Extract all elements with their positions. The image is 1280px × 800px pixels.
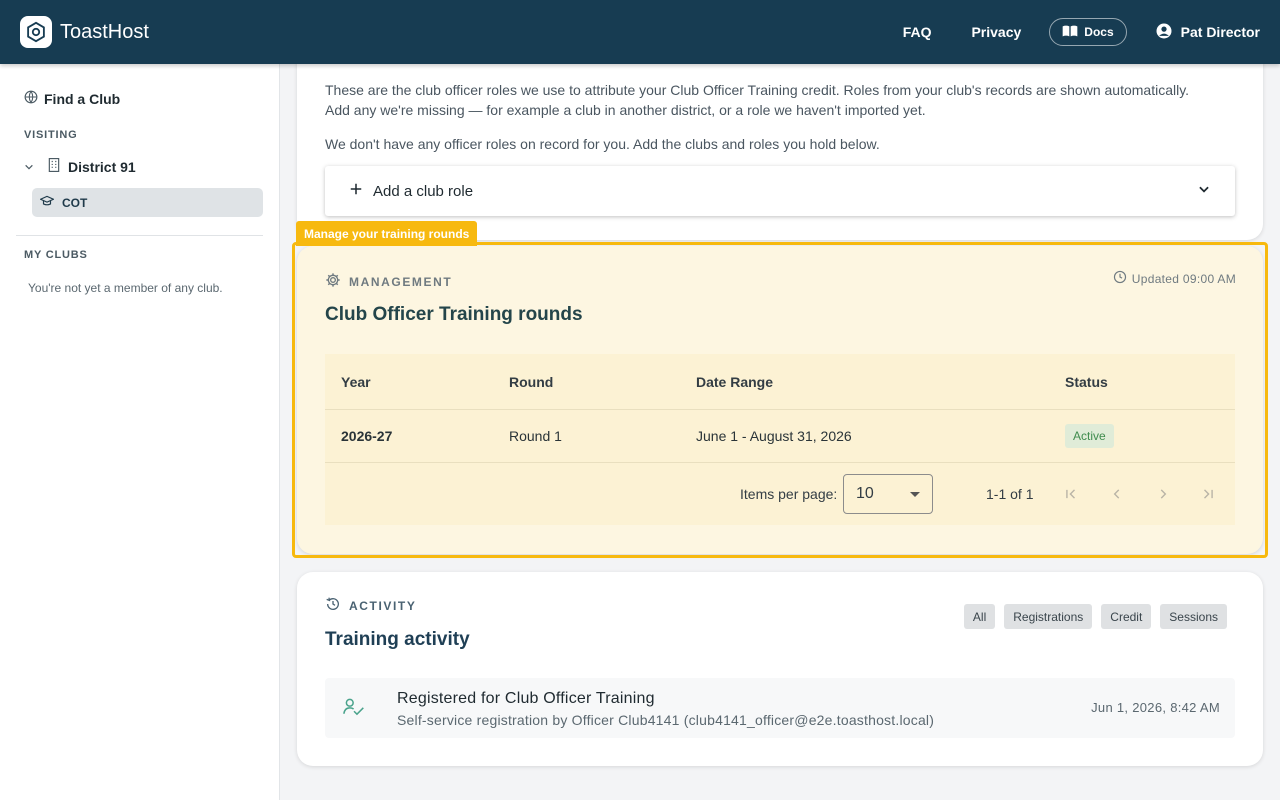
sidebar-item-find-club[interactable]: Find a Club: [24, 90, 120, 107]
activity-filter-chips: All Registrations Credit Sessions: [963, 604, 1227, 629]
user-name: Pat Director: [1180, 24, 1260, 40]
sidebar-item-label: Find a Club: [44, 90, 121, 107]
brand[interactable]: ToastHost: [20, 16, 149, 48]
docs-button-label: Docs: [1084, 25, 1114, 39]
roles-intro-line-2: Add any we're missing — for example a cl…: [325, 102, 926, 118]
column-header-round[interactable]: Round: [509, 374, 553, 390]
activity-item-title: Registered for Club Officer Training: [397, 690, 655, 707]
column-header-status[interactable]: Status: [1065, 374, 1108, 390]
sidebar-item-label: District 91: [68, 158, 136, 175]
items-per-page-label: Items per page:: [740, 486, 838, 502]
updated-timestamp: Updated 09:00 AM: [1113, 270, 1236, 287]
docs-button[interactable]: Docs: [1049, 18, 1127, 46]
last-page-icon: [1204, 489, 1213, 499]
management-eyebrow: MANAGEMENT: [325, 272, 452, 291]
nav-faq-link[interactable]: FAQ: [893, 16, 942, 48]
rounds-table: Year Round Date Range Status 2026-27 Rou…: [325, 354, 1235, 525]
activity-card: ACTIVITY Training activity All Registrat…: [297, 572, 1263, 766]
list-item: Registered for Club Officer Training Sel…: [325, 678, 1235, 738]
plus-icon: [349, 182, 363, 201]
roles-intro-line-1: These are the club officer roles we use …: [325, 82, 1190, 98]
clock-icon: [1113, 270, 1127, 287]
cell-year: 2026-27: [341, 428, 393, 444]
person-check-icon: [343, 697, 365, 722]
toasthost-logo-icon: [20, 16, 52, 48]
add-club-role-label: Add a club role: [373, 182, 474, 200]
gear-icon: [325, 272, 341, 291]
items-per-page-value: 10: [856, 485, 874, 502]
table-row[interactable]: 2026-27 Round 1 June 1 - August 31, 2026…: [325, 410, 1235, 463]
column-header-year[interactable]: Year: [341, 374, 371, 390]
items-per-page-select[interactable]: 10: [843, 474, 933, 514]
cell-round: Round 1: [509, 428, 562, 444]
filter-chip-registrations[interactable]: Registrations: [1004, 604, 1093, 629]
last-page-button[interactable]: [1194, 480, 1222, 508]
sidebar: Find a Club VISITING District 91 COT MY …: [0, 64, 280, 800]
sidebar-item-district[interactable]: District 91: [24, 158, 136, 175]
visiting-section-label: VISITING: [24, 129, 78, 141]
activity-item-subtitle: Self-service registration by Officer Clu…: [397, 712, 935, 728]
column-header-date-range[interactable]: Date Range: [696, 374, 773, 390]
user-menu[interactable]: Pat Director: [1155, 22, 1260, 43]
first-page-icon: [1066, 489, 1075, 499]
account-circle-icon: [1155, 22, 1173, 43]
globe-icon: [24, 90, 38, 107]
my-clubs-section-label: MY CLUBS: [24, 249, 88, 261]
club-roles-card: These are the club officer roles we use …: [297, 48, 1263, 240]
sidebar-divider: [16, 235, 263, 236]
management-title: Club Officer Training rounds: [325, 304, 583, 325]
previous-page-button[interactable]: [1103, 480, 1131, 508]
activity-eyebrow: ACTIVITY: [325, 596, 416, 615]
status-badge: Active: [1065, 424, 1114, 448]
brand-name: ToastHost: [60, 20, 149, 43]
no-roles-text: We don't have any officer roles on recor…: [325, 136, 880, 152]
dropdown-arrow-icon: [910, 491, 920, 497]
chevron-left-icon: [1113, 489, 1120, 499]
history-icon: [325, 596, 341, 615]
updated-text: Updated 09:00 AM: [1131, 271, 1236, 286]
add-club-role-expander[interactable]: Add a club role: [325, 166, 1235, 216]
top-app-bar: ToastHost FAQ Privacy Docs Pat Director: [0, 0, 1280, 64]
chevron-down-icon[interactable]: [24, 159, 34, 175]
activity-title: Training activity: [325, 629, 470, 650]
paginator: Items per page: 10 1-1 of 1: [325, 463, 1235, 525]
book-icon: [1062, 24, 1078, 41]
filter-chip-sessions[interactable]: Sessions: [1160, 604, 1227, 629]
sidebar-item-label: COT: [62, 195, 88, 210]
chevron-right-icon: [1160, 489, 1167, 499]
next-page-button[interactable]: [1149, 480, 1177, 508]
highlight-tag: Manage your training rounds: [296, 221, 478, 246]
eyebrow-label: MANAGEMENT: [349, 274, 453, 289]
cell-date-range: June 1 - August 31, 2026: [696, 428, 852, 444]
activity-item-time: Jun 1, 2026, 8:42 AM: [1091, 700, 1220, 715]
page-range-label: 1-1 of 1: [986, 486, 1034, 502]
filter-chip-all[interactable]: All: [963, 604, 996, 629]
filter-chip-credit[interactable]: Credit: [1101, 604, 1152, 629]
management-card: MANAGEMENT Updated 09:00 AM Club Officer…: [297, 246, 1263, 554]
eyebrow-label: ACTIVITY: [349, 598, 417, 613]
graduation-cap-icon: [39, 195, 55, 210]
table-header-row: Year Round Date Range Status: [325, 354, 1235, 410]
first-page-button[interactable]: [1057, 480, 1085, 508]
building-icon: [48, 158, 60, 175]
top-nav: FAQ Privacy Docs Pat Director: [873, 16, 1260, 48]
nav-privacy-link[interactable]: Privacy: [961, 16, 1031, 48]
my-clubs-empty-text: You're not yet a member of any club.: [28, 281, 223, 295]
chevron-down-icon: [1197, 182, 1211, 201]
sidebar-item-cot[interactable]: COT: [32, 188, 263, 217]
